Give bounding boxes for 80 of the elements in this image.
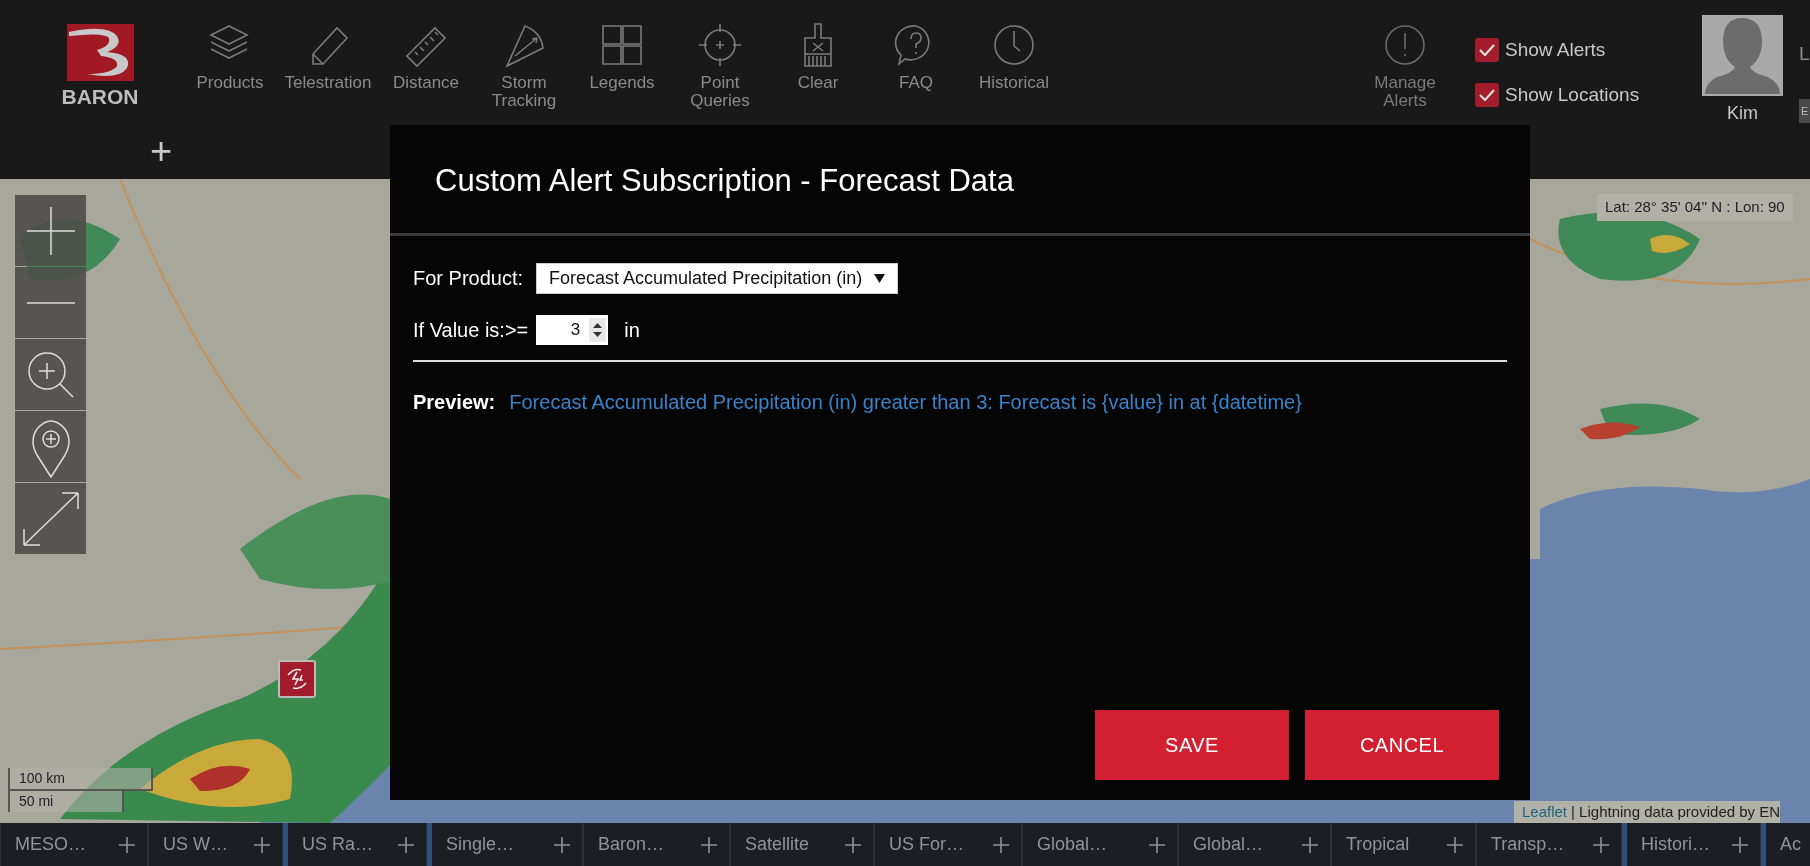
coordinates-display: Lat: 28° 35' 04'' N : Lon: 90 (1597, 194, 1793, 221)
layer-tab[interactable]: US Ra… (283, 823, 427, 866)
layer-tab[interactable]: US W… (148, 823, 283, 866)
unit-label: in (624, 318, 640, 343)
alert-icon (1384, 24, 1426, 66)
layer-tab[interactable]: Single… (427, 823, 583, 866)
field-label: For Product: (413, 266, 524, 291)
plus-icon[interactable] (1149, 836, 1165, 853)
logo-icon (66, 24, 134, 81)
layer-tab[interactable]: Tropical (1331, 823, 1476, 866)
number-field[interactable]: 3 (536, 315, 589, 345)
small-button[interactable]: E (1799, 99, 1810, 123)
check-icon (1479, 44, 1495, 56)
field-label: If Value is:>= (413, 318, 529, 343)
toolbar-button[interactable]: Legends (573, 22, 671, 110)
toolbar-button[interactable]: Clear (769, 22, 867, 110)
save-button[interactable]: SAVE (1095, 710, 1289, 780)
layer-tab[interactable]: US For… (874, 823, 1022, 866)
location-pin-button[interactable] (15, 411, 86, 482)
clock-icon (991, 22, 1037, 68)
zoom-in-button[interactable] (15, 195, 86, 266)
plus-icon[interactable] (845, 836, 861, 853)
plus-icon[interactable] (1732, 836, 1748, 853)
logo-text: BARON (61, 84, 139, 110)
checkbox-label: Show Locations (1505, 82, 1640, 107)
menu-link[interactable]: L (1799, 40, 1810, 69)
toolbar-button[interactable]: Telestration (279, 22, 377, 110)
checkbox[interactable] (1475, 83, 1499, 107)
expand-button[interactable] (15, 483, 86, 554)
checkbox[interactable] (1475, 38, 1499, 62)
crosshair-icon (697, 22, 743, 68)
attribution-text: | Lightning data provided by EN (1571, 801, 1781, 822)
preview-label: Preview: (413, 390, 496, 415)
layer-tab[interactable]: Ac (1761, 823, 1810, 866)
leaflet-link[interactable]: Leaflet (1522, 800, 1568, 823)
layer-tab[interactable]: Satellite (730, 823, 874, 866)
toolbar-button[interactable]: Distance (377, 22, 475, 110)
magnifier-button[interactable] (15, 339, 86, 410)
plus-icon[interactable] (1302, 836, 1318, 853)
add-button[interactable]: + (150, 131, 173, 171)
plus-icon[interactable] (554, 836, 570, 853)
cancel-button[interactable]: CANCEL (1305, 710, 1499, 780)
dropdown-arrow-icon (874, 273, 886, 283)
toolbar-button[interactable]: Historical (965, 22, 1063, 110)
plus-icon[interactable] (119, 836, 135, 853)
product-dropdown[interactable]: Forecast Accumulated Precipitation (in) (536, 262, 899, 294)
plus-icon[interactable] (254, 836, 270, 853)
scale-bar: 100 km (8, 768, 153, 791)
layer-tab[interactable]: MESO… (0, 823, 148, 866)
check-icon (1479, 89, 1495, 101)
layer-tab[interactable]: Baron… (583, 823, 730, 866)
avatar-icon (1702, 15, 1783, 96)
plus-icon[interactable] (1593, 836, 1609, 853)
expand-arrows-icon (22, 491, 79, 546)
checkbox-toggle[interactable]: Show Alerts (1475, 38, 1640, 62)
plus-icon (26, 206, 75, 255)
plus-icon[interactable] (993, 836, 1009, 853)
minus-icon (26, 301, 75, 304)
alert-marker-icon[interactable] (278, 660, 316, 698)
checkbox-toggle[interactable]: Show Locations (1475, 83, 1640, 107)
toolbar-button[interactable]: Products (181, 22, 279, 110)
plus-icon[interactable] (701, 836, 717, 853)
checkbox-label: Show Alerts (1505, 37, 1606, 62)
plus-icon[interactable] (1447, 836, 1463, 853)
layer-tab[interactable]: Global… (1178, 823, 1331, 866)
manage-alerts-button[interactable]: Manage Alerts (1355, 24, 1455, 110)
layer-tab[interactable]: Transp… (1476, 823, 1622, 866)
plus-icon[interactable] (398, 836, 414, 853)
layer-tab[interactable]: Histori… (1622, 823, 1761, 866)
layer-tab[interactable]: Global… (1022, 823, 1178, 866)
spinner-icon[interactable] (588, 315, 609, 345)
preview-text: Forecast Accumulated Precipitation (in) greater than 3: Forecast is {value} in at {datetime} (509, 390, 1302, 415)
scale-bar: 50 mi (8, 791, 124, 812)
zoom-in-icon (27, 351, 74, 398)
toolbar-button[interactable]: FAQ (867, 22, 965, 110)
modal-title: Custom Alert Subscription - Forecast Data (435, 161, 1014, 200)
grid-icon (599, 22, 645, 68)
user-name: Kim (1727, 102, 1758, 125)
toolbar-button[interactable]: Point Queries (671, 22, 769, 110)
toolbar-button[interactable]: Storm Tracking (475, 22, 573, 110)
